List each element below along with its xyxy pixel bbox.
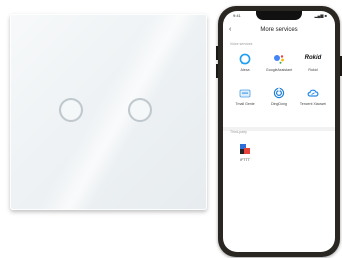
voice-services-card: Alexa GoogleAssistant Rokid Rokid Tmall … [228, 49, 330, 127]
google-assistant-icon [274, 55, 284, 64]
service-label: Alexa [240, 68, 250, 72]
service-label: Tmall Genie [235, 102, 255, 106]
service-item-rokid[interactable]: Rokid Rokid [296, 53, 330, 83]
smartphone: 9:41 ▂▄▆ ■ ‹ More services Voice service… [216, 6, 342, 257]
volume-button [216, 64, 218, 78]
service-item-tencent-xiaowei[interactable]: Tencent Xiaowei [296, 87, 330, 117]
service-item-ifttt[interactable]: IFTTT [228, 143, 262, 173]
service-label: IFTTT [240, 158, 250, 162]
touch-button-right[interactable] [128, 98, 152, 122]
service-label: Rokid [308, 68, 318, 72]
service-item-tmall-genie[interactable]: Tmall Genie [228, 87, 262, 117]
status-icons: ▂▄▆ ■ [314, 13, 327, 18]
phone-screen: 9:41 ▂▄▆ ■ ‹ More services Voice service… [223, 11, 335, 252]
touch-button-left[interactable] [59, 98, 83, 122]
service-label: Tencent Xiaowei [299, 102, 327, 106]
app-bar: ‹ More services [223, 23, 335, 39]
section-label-voice: Voice services [230, 42, 253, 46]
glass-glare [10, 14, 207, 210]
status-time: 9:41 [233, 13, 241, 18]
service-item-google-assistant[interactable]: GoogleAssistant [262, 53, 296, 83]
section-label-third-party: Third-party [230, 130, 247, 134]
rokid-logo: Rokid [304, 55, 322, 61]
service-label: GoogleAssistant [265, 68, 293, 72]
tmall-genie-icon [239, 89, 251, 98]
service-item-alexa[interactable]: Alexa [228, 53, 262, 83]
page-title: More services [260, 27, 298, 33]
tencent-xiaowei-icon [307, 89, 319, 97]
third-party-card: IFTTT [228, 139, 330, 179]
service-item-dingdong[interactable]: DingDong [262, 87, 296, 117]
phone-notch [256, 11, 302, 20]
dingdong-icon [273, 87, 285, 99]
alexa-icon [239, 53, 251, 65]
service-label: DingDong [271, 102, 287, 106]
ifttt-icon [240, 144, 250, 154]
volume-button [216, 46, 218, 60]
wall-switch-panel [10, 14, 207, 210]
